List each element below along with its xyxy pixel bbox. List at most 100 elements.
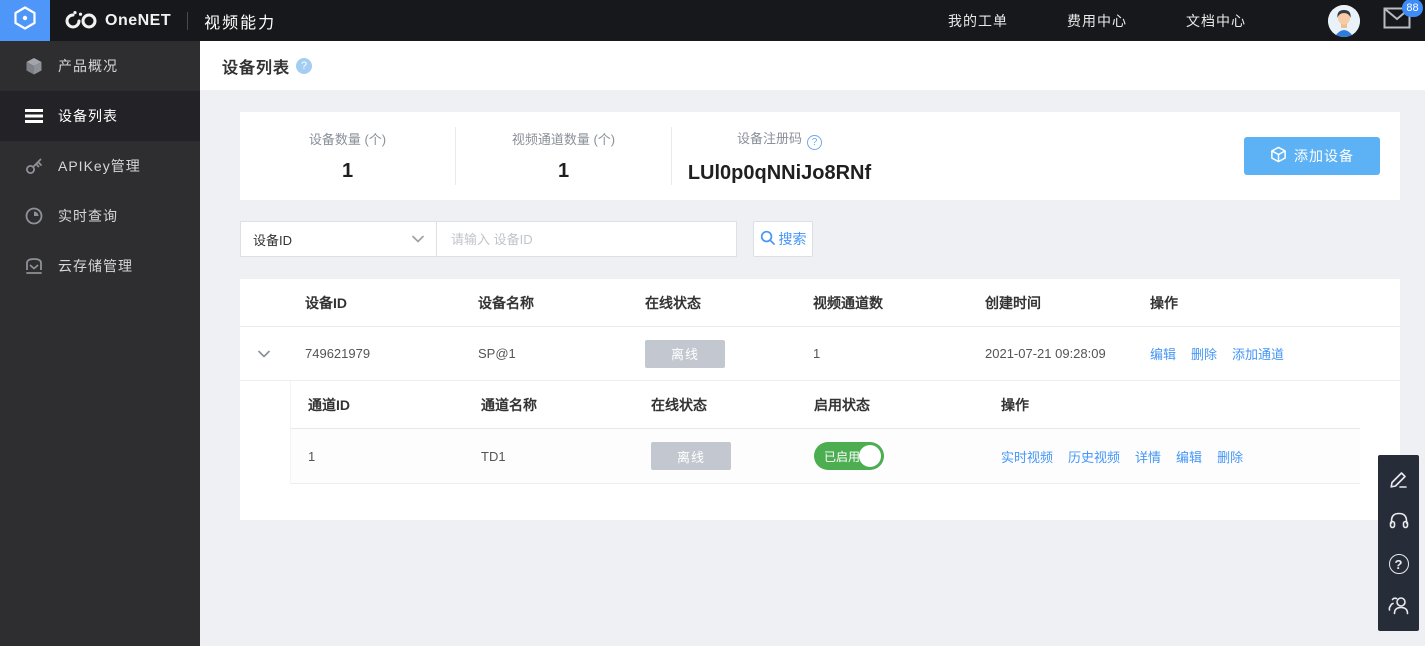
key-icon: [25, 157, 43, 175]
clock-icon: [25, 207, 43, 225]
enable-toggle[interactable]: 已启用: [814, 442, 884, 470]
cloud-storage-icon: [25, 257, 43, 275]
search-input[interactable]: [437, 221, 737, 257]
list-icon: [25, 107, 43, 125]
edit-link[interactable]: 编辑: [1150, 344, 1176, 363]
top-navbar: OneNET 视频能力 我的工单 费用中心 文档中心 88: [0, 0, 1425, 41]
edit-link[interactable]: 编辑: [1176, 447, 1202, 466]
column-header: 视频通道数: [813, 293, 985, 313]
stat-label: 视频通道数量 (个): [456, 129, 671, 148]
sidebar-item-label: 产品概况: [58, 56, 118, 76]
add-device-label: 添加设备: [1294, 146, 1354, 166]
device-id-cell: 749621979: [305, 346, 478, 361]
page-header: 设备列表: [200, 41, 1425, 90]
box-icon: [1270, 146, 1287, 166]
column-header: 操作: [1001, 395, 1360, 415]
offline-status-badge: 离线: [645, 340, 725, 368]
menu-doc-center[interactable]: 文档中心: [1186, 11, 1246, 31]
search-button-label: 搜索: [779, 229, 807, 249]
stat-registration-code: 设备注册码 LUl0p0qNNiJo8RNf: [672, 128, 887, 185]
history-video-link[interactable]: 历史视频: [1068, 447, 1120, 466]
feedback-button[interactable]: [1378, 459, 1419, 501]
add-channel-link[interactable]: 添加通道: [1232, 344, 1284, 363]
column-header: 启用状态: [814, 395, 1001, 415]
stat-value: 1: [456, 160, 671, 183]
column-header: 创建时间: [985, 293, 1150, 313]
stat-value: 1: [240, 160, 455, 183]
device-table-header: 设备ID 设备名称 在线状态 视频通道数 创建时间 操作: [240, 279, 1400, 327]
community-button[interactable]: [1378, 585, 1419, 627]
mail-button[interactable]: 88: [1383, 7, 1411, 34]
channel-name-cell: TD1: [481, 449, 651, 464]
sidebar-item-cloud-storage[interactable]: 云存储管理: [0, 241, 200, 291]
device-table: 设备ID 设备名称 在线状态 视频通道数 创建时间 操作 749621979 S…: [240, 279, 1400, 520]
device-actions: 编辑 删除 添加通道: [1150, 344, 1400, 363]
user-avatar[interactable]: [1328, 5, 1360, 37]
search-icon: [760, 230, 775, 248]
reg-code-help-icon[interactable]: [807, 135, 822, 150]
delete-link[interactable]: 删除: [1191, 344, 1217, 363]
created-time-cell: 2021-07-21 09:28:09: [985, 346, 1150, 361]
column-header: 通道ID: [308, 395, 481, 415]
sidebar-item-label: APIKey管理: [58, 156, 141, 176]
floating-toolbar: [1378, 455, 1419, 631]
add-device-button[interactable]: 添加设备: [1244, 137, 1380, 175]
divider: [187, 12, 188, 30]
platform-logo[interactable]: [0, 0, 50, 41]
onenet-logo-icon: [65, 11, 99, 31]
channel-table-header: 通道ID 通道名称 在线状态 启用状态 操作: [291, 381, 1360, 429]
column-header: 设备名称: [478, 293, 645, 313]
toggle-label: 已启用: [824, 448, 860, 465]
mail-count-badge: 88: [1402, 0, 1423, 17]
sidebar: 产品概况 设备列表 APIKey管理 实时查询 云存储管理: [0, 41, 200, 646]
sidebar-item-label: 实时查询: [58, 206, 118, 226]
pencil-icon: [1388, 468, 1410, 493]
detail-link[interactable]: 详情: [1135, 447, 1161, 466]
headset-icon: [1388, 510, 1410, 535]
delete-link[interactable]: 删除: [1217, 447, 1243, 466]
menu-my-tickets[interactable]: 我的工单: [948, 11, 1008, 31]
mail-icon: [1383, 16, 1411, 33]
filter-field-select[interactable]: 设备ID: [240, 221, 437, 257]
help-button[interactable]: [1378, 543, 1419, 585]
live-video-link[interactable]: 实时视频: [1001, 447, 1053, 466]
stats-card: 设备数量 (个) 1 视频通道数量 (个) 1 设备注册码 LUl0p0qNNi…: [240, 112, 1400, 200]
column-header: 操作: [1150, 293, 1400, 313]
stat-label: 设备注册码: [672, 128, 887, 150]
search-bar: 设备ID 搜索: [240, 221, 1400, 257]
column-header: 通道名称: [481, 395, 651, 415]
navbar-menu: 我的工单 费用中心 文档中心: [948, 11, 1246, 31]
sidebar-item-realtime-query[interactable]: 实时查询: [0, 191, 200, 241]
main-content: 设备列表 设备数量 (个) 1 视频通道数量 (个) 1 设备注册码 LUl0p…: [200, 0, 1425, 520]
support-button[interactable]: [1378, 501, 1419, 543]
search-button[interactable]: 搜索: [753, 221, 813, 257]
sidebar-item-label: 云存储管理: [58, 256, 133, 276]
reg-code-value: LUl0p0qNNiJo8RNf: [672, 162, 887, 185]
onenet-brand[interactable]: OneNET: [65, 11, 171, 31]
device-name-cell: SP@1: [478, 346, 645, 361]
brand-name: OneNET: [105, 12, 171, 30]
stat-label: 设备数量 (个): [240, 129, 455, 148]
channel-count-cell: 1: [813, 346, 985, 361]
offline-status-badge: 离线: [651, 442, 731, 470]
stat-device-count: 设备数量 (个) 1: [240, 129, 455, 183]
product-title: 视频能力: [204, 9, 276, 33]
stat-channel-count: 视频通道数量 (个) 1: [456, 129, 671, 183]
column-header: 设备ID: [305, 293, 478, 313]
menu-billing-center[interactable]: 费用中心: [1067, 11, 1127, 31]
channel-table: 通道ID 通道名称 在线状态 启用状态 操作 1 TD1 离线 已启用: [290, 381, 1360, 484]
filter-selected-value: 设备ID: [253, 230, 292, 249]
sidebar-item-product-overview[interactable]: 产品概况: [0, 41, 200, 91]
collapse-row-button[interactable]: [252, 342, 276, 366]
sidebar-item-device-list[interactable]: 设备列表: [0, 91, 200, 141]
page-help-icon[interactable]: [296, 58, 312, 74]
page-title: 设备列表: [222, 54, 290, 78]
users-icon: [1387, 594, 1411, 619]
hexagon-logo-icon: [12, 5, 38, 36]
reg-code-label: 设备注册码: [737, 131, 802, 146]
channel-id-cell: 1: [308, 449, 481, 464]
channel-actions: 实时视频 历史视频 详情 编辑 删除: [1001, 447, 1360, 466]
sidebar-item-label: 设备列表: [58, 106, 118, 126]
cube-icon: [25, 57, 43, 75]
sidebar-item-apikey[interactable]: APIKey管理: [0, 141, 200, 191]
